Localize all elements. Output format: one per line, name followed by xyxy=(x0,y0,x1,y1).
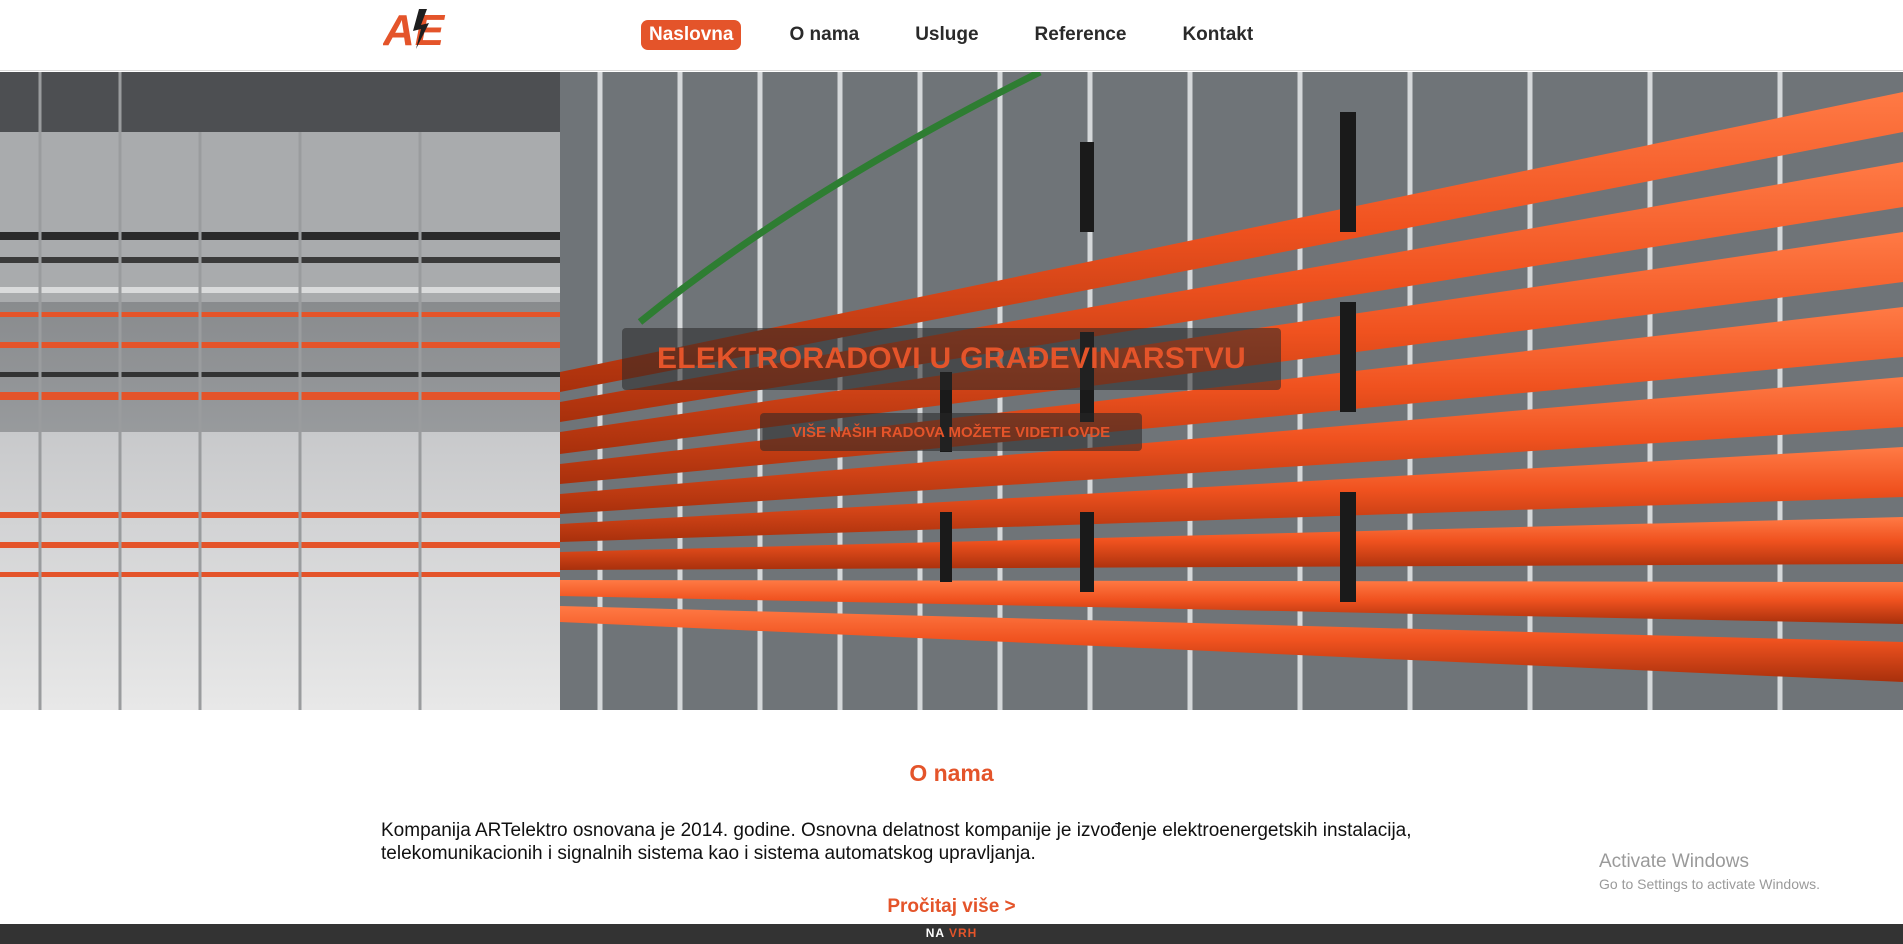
hero-banner: ELEKTRORADOVI U GRAĐEVINARSTVU VIŠE NAŠI… xyxy=(0,72,1903,710)
logo[interactable]: AE xyxy=(382,6,455,55)
nav-item-kontakt[interactable]: Kontakt xyxy=(1174,20,1261,50)
watermark-title: Activate Windows xyxy=(1599,851,1749,872)
view-works-button[interactable]: VIŠE NAŠIH RADOVA MOŽETE VIDETI OVDE xyxy=(760,413,1142,451)
to-top-word-vrh: VRH xyxy=(948,926,978,940)
watermark-subtitle: Go to Settings to activate Windows. xyxy=(1599,876,1820,892)
nav-item-reference[interactable]: Reference xyxy=(1027,20,1135,50)
nav-item-naslovna[interactable]: Naslovna xyxy=(641,20,742,50)
footer-bar: NA VRH xyxy=(0,924,1903,944)
site-header: AE Naslovna O nama Usluge Reference Kont… xyxy=(0,0,1903,71)
nav-item-o-nama[interactable]: O nama xyxy=(781,20,867,50)
about-text: Kompanija ARTelektro osnovana je 2014. g… xyxy=(381,820,1412,864)
back-to-top-link[interactable]: NA VRH xyxy=(0,926,1903,940)
logo-icon: AE xyxy=(382,6,446,55)
hero-title: ELEKTRORADOVI U GRAĐEVINARSTVU xyxy=(622,328,1281,390)
main-nav: Naslovna O nama Usluge Reference Kontakt xyxy=(641,20,1301,50)
read-more-link[interactable]: Pročitaj više > xyxy=(0,896,1903,918)
nav-item-usluge[interactable]: Usluge xyxy=(907,20,986,50)
about-heading: O nama xyxy=(909,760,994,786)
hero-background-image xyxy=(0,72,1903,710)
to-top-word-na: NA xyxy=(925,926,945,940)
activate-windows-watermark: Activate Windows Go to Settings to activ… xyxy=(1599,850,1820,894)
